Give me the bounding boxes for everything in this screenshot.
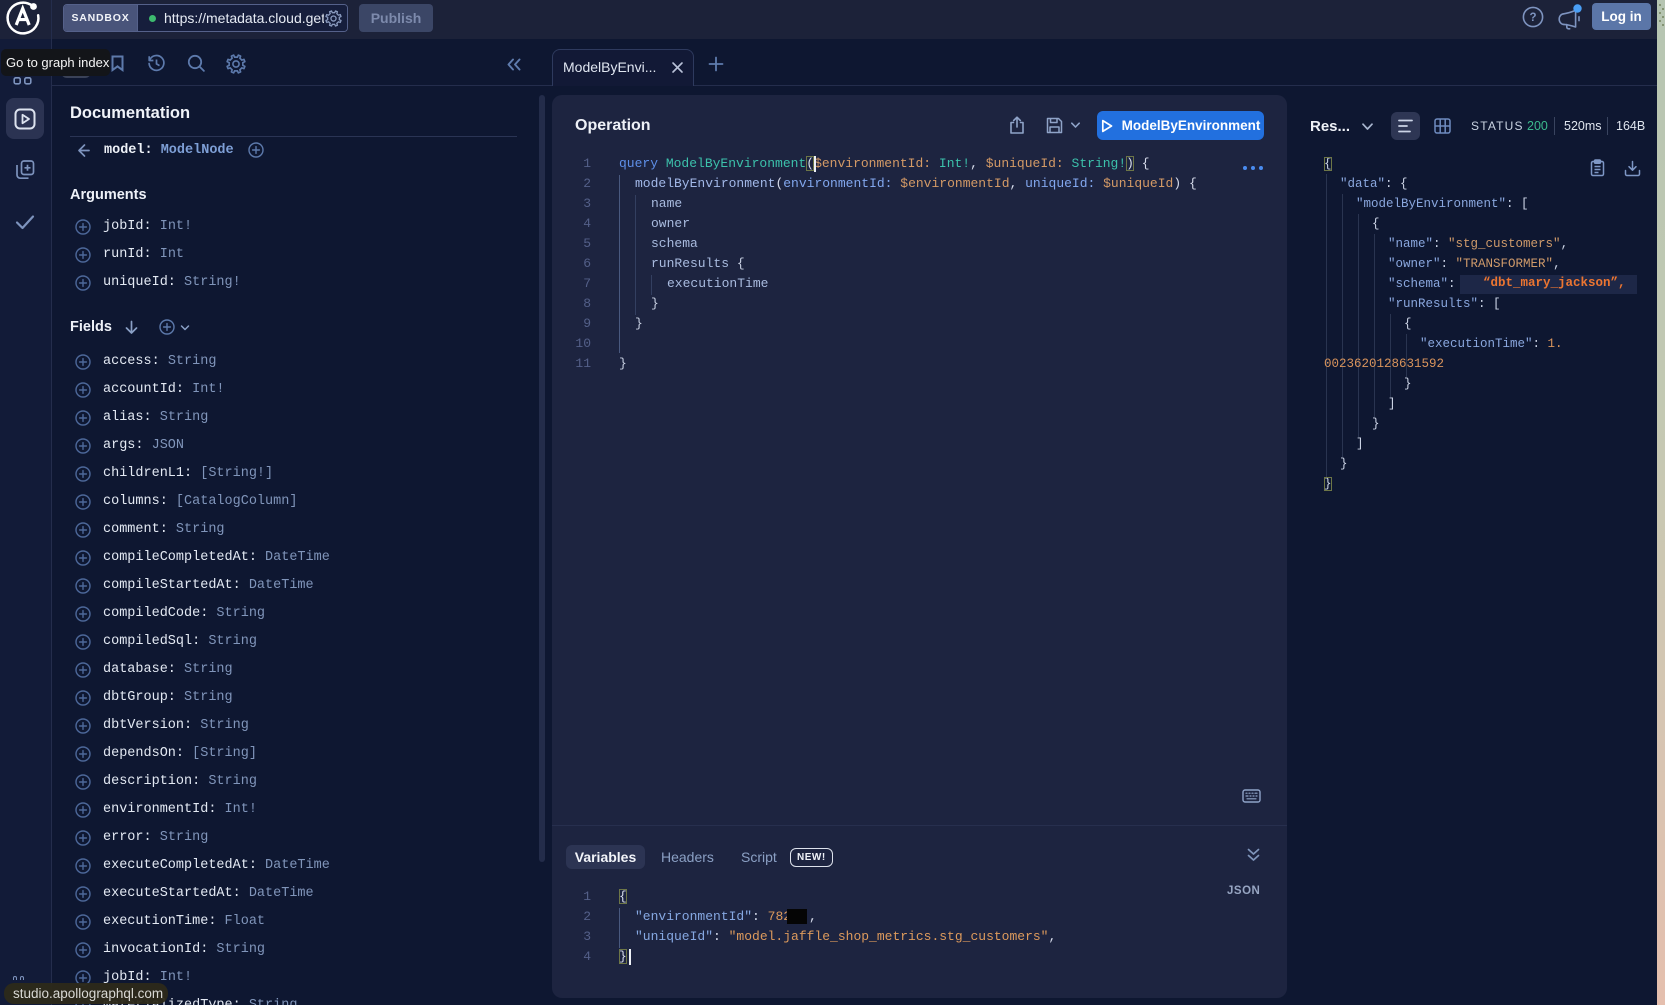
svg-text:?: ? (1529, 12, 1536, 24)
